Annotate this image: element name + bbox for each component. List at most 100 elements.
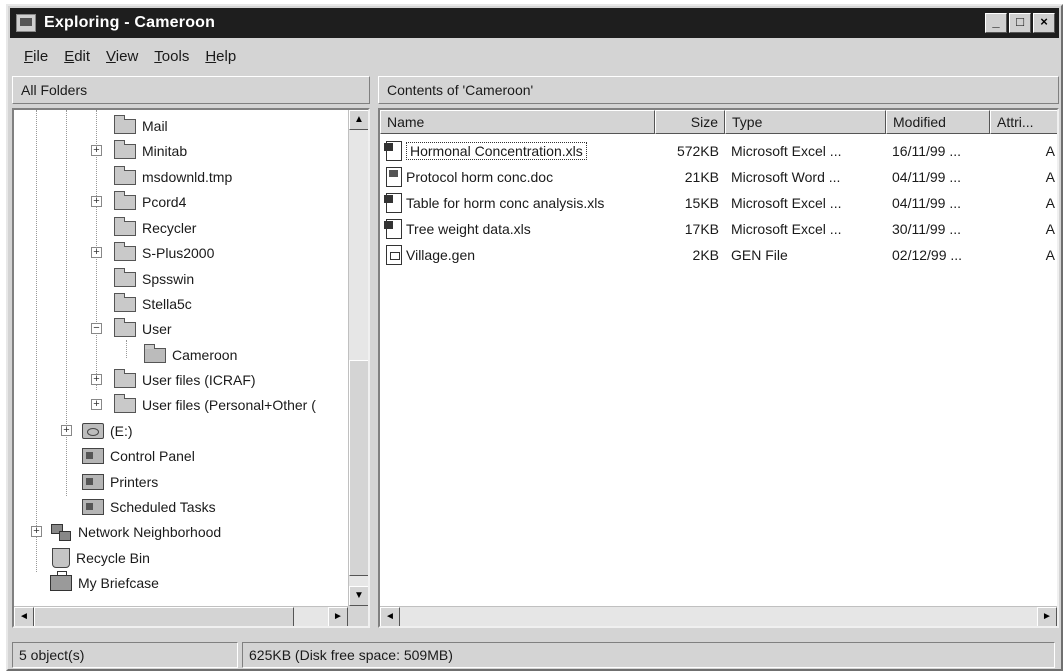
tree-item-label: msdownld.tmp <box>142 169 233 185</box>
collapse-user-button[interactable]: − <box>91 323 102 334</box>
scroll-down-arrow-icon[interactable]: ▼ <box>349 586 368 606</box>
tree-item-pcord4[interactable]: Pcord4 <box>114 190 186 214</box>
tree-item-control-panel[interactable]: Control Panel <box>82 444 195 468</box>
tree-item-splus2000[interactable]: S-Plus2000 <box>114 241 214 265</box>
file-row[interactable]: Village.gen 2KB GEN File 02/12/99 ... A <box>380 242 1057 268</box>
file-name-cell: Table for horm conc analysis.xls <box>380 193 655 213</box>
explorer-app-icon[interactable] <box>16 14 36 32</box>
window-controls: _ □ × <box>985 13 1055 33</box>
tree-item-label: User files (Personal+Other ( <box>142 397 316 413</box>
scroll-right-arrow-icon[interactable]: ► <box>328 607 348 626</box>
expand-user-files-personal-button[interactable]: + <box>91 399 102 410</box>
control-panel-icon <box>82 448 104 464</box>
status-disk-space: 625KB (Disk free space: 509MB) <box>242 642 1055 668</box>
menu-help[interactable]: Help <box>199 46 242 67</box>
tree-item-stella5c[interactable]: Stella5c <box>114 292 192 316</box>
folder-icon <box>114 368 136 388</box>
folder-icon <box>114 292 136 312</box>
tree-item-printers[interactable]: Printers <box>82 470 158 494</box>
tree-scroll-thumb[interactable] <box>349 360 368 576</box>
file-attributes: A <box>1045 143 1055 159</box>
file-row[interactable]: Hormonal Concentration.xls 572KB Microso… <box>380 138 1057 164</box>
word-file-icon <box>386 167 402 187</box>
tree-item-msdownld[interactable]: msdownld.tmp <box>114 165 232 189</box>
minimize-button[interactable]: _ <box>985 13 1007 33</box>
scheduled-tasks-icon <box>82 499 104 515</box>
expand-user-files-icraf-button[interactable]: + <box>91 374 102 385</box>
tree-item-user-files-icraf[interactable]: User files (ICRAF) <box>114 368 256 392</box>
excel-file-icon <box>384 141 402 161</box>
expand-drive-e-button[interactable]: + <box>61 425 72 436</box>
tree-item-label: S-Plus2000 <box>142 245 215 261</box>
column-header-type[interactable]: Type <box>725 110 886 134</box>
tree-item-label: Scheduled Tasks <box>110 499 216 515</box>
tree-item-user[interactable]: User <box>114 317 172 341</box>
scroll-up-arrow-icon[interactable]: ▲ <box>349 110 368 130</box>
tree-vertical-scrollbar[interactable]: ▲ ▼ <box>348 110 368 606</box>
menu-edit-label: dit <box>74 47 91 65</box>
scroll-left-arrow-icon[interactable]: ◄ <box>14 607 34 626</box>
column-header-modified[interactable]: Modified <box>886 110 990 134</box>
menu-help-label: elp <box>216 47 237 65</box>
file-row[interactable]: Tree weight data.xls 17KB Microsoft Exce… <box>380 216 1057 242</box>
tree-horizontal-scrollbar[interactable]: ◄ ► <box>14 606 348 626</box>
menu-view[interactable]: View <box>100 46 144 67</box>
briefcase-icon <box>50 571 72 591</box>
tree-item-label: Network Neighborhood <box>78 524 222 540</box>
file-attributes: A <box>1045 195 1055 211</box>
tree-item-minitab[interactable]: Minitab <box>114 139 187 163</box>
expand-splus-button[interactable]: + <box>91 247 102 258</box>
file-attributes: A <box>1045 169 1055 185</box>
file-modified: 30/11/99 ... <box>892 221 962 237</box>
folder-icon <box>114 139 136 159</box>
expand-network-button[interactable]: + <box>31 526 42 537</box>
maximize-button[interactable]: □ <box>1009 13 1031 33</box>
column-header-name[interactable]: Name <box>380 110 655 134</box>
menu-file-label: ile <box>33 47 49 65</box>
tree-item-label: Pcord4 <box>142 194 187 210</box>
expand-minitab-button[interactable]: + <box>91 145 102 156</box>
tree-connector <box>36 110 37 572</box>
tree-item-drive-e[interactable]: (E:) <box>82 419 133 443</box>
folder-icon <box>114 165 136 185</box>
menu-bar: File Edit View Tools Help <box>10 42 1059 70</box>
folder-tree-pane[interactable]: Mail + Minitab msdownld.tmp + Pcord4 Rec… <box>12 108 370 628</box>
folder-icon <box>114 216 136 236</box>
tree-item-label: Recycle Bin <box>76 550 150 566</box>
window-title: Exploring - Cameroon <box>44 14 216 31</box>
menu-tools[interactable]: Tools <box>148 46 195 67</box>
folder-icon <box>114 393 136 413</box>
file-row[interactable]: Table for horm conc analysis.xls 15KB Mi… <box>380 190 1057 216</box>
file-name: Protocol horm conc.doc <box>406 169 554 185</box>
menu-edit-accelerator: E <box>64 47 75 65</box>
close-button[interactable]: × <box>1033 13 1055 33</box>
network-icon <box>50 523 72 541</box>
scroll-right-arrow-icon[interactable]: ► <box>1037 607 1057 626</box>
file-modified: 04/11/99 ... <box>892 169 962 185</box>
file-modified: 02/12/99 ... <box>892 247 963 263</box>
column-header-size[interactable]: Size <box>655 110 725 134</box>
tree-item-network-neighborhood[interactable]: Network Neighborhood <box>50 520 221 544</box>
file-type: Microsoft Word ... <box>731 169 841 185</box>
file-type: Microsoft Excel ... <box>731 143 842 159</box>
file-row[interactable]: Protocol horm conc.doc 21KB Microsoft Wo… <box>380 164 1057 190</box>
menu-file[interactable]: File <box>18 46 54 67</box>
expand-pcord4-button[interactable]: + <box>91 196 102 207</box>
scroll-left-arrow-icon[interactable]: ◄ <box>380 607 400 626</box>
file-list-pane[interactable]: Name Size Type Modified Attri... Hormona… <box>378 108 1059 628</box>
menu-view-accelerator: V <box>106 47 116 65</box>
menu-edit[interactable]: Edit <box>58 46 96 67</box>
tree-item-cameroon[interactable]: Cameroon <box>144 343 237 367</box>
column-header-attributes[interactable]: Attri... <box>990 110 1057 134</box>
tree-item-recycler[interactable]: Recycler <box>114 216 196 240</box>
list-horizontal-scrollbar[interactable]: ◄ ► <box>380 606 1057 626</box>
tree-item-mail[interactable]: Mail <box>114 114 168 138</box>
tree-item-my-briefcase[interactable]: My Briefcase <box>50 571 159 595</box>
tree-item-spsswin[interactable]: Spsswin <box>114 267 194 291</box>
tree-item-user-files-personal[interactable]: User files (Personal+Other ( <box>114 393 316 417</box>
tree-item-scheduled-tasks[interactable]: Scheduled Tasks <box>82 495 216 519</box>
tree-item-recycle-bin[interactable]: Recycle Bin <box>50 546 150 570</box>
tree-hscroll-thumb[interactable] <box>34 607 294 626</box>
title-bar[interactable]: Exploring - Cameroon _ □ × <box>10 8 1059 38</box>
folder-icon <box>114 190 136 210</box>
